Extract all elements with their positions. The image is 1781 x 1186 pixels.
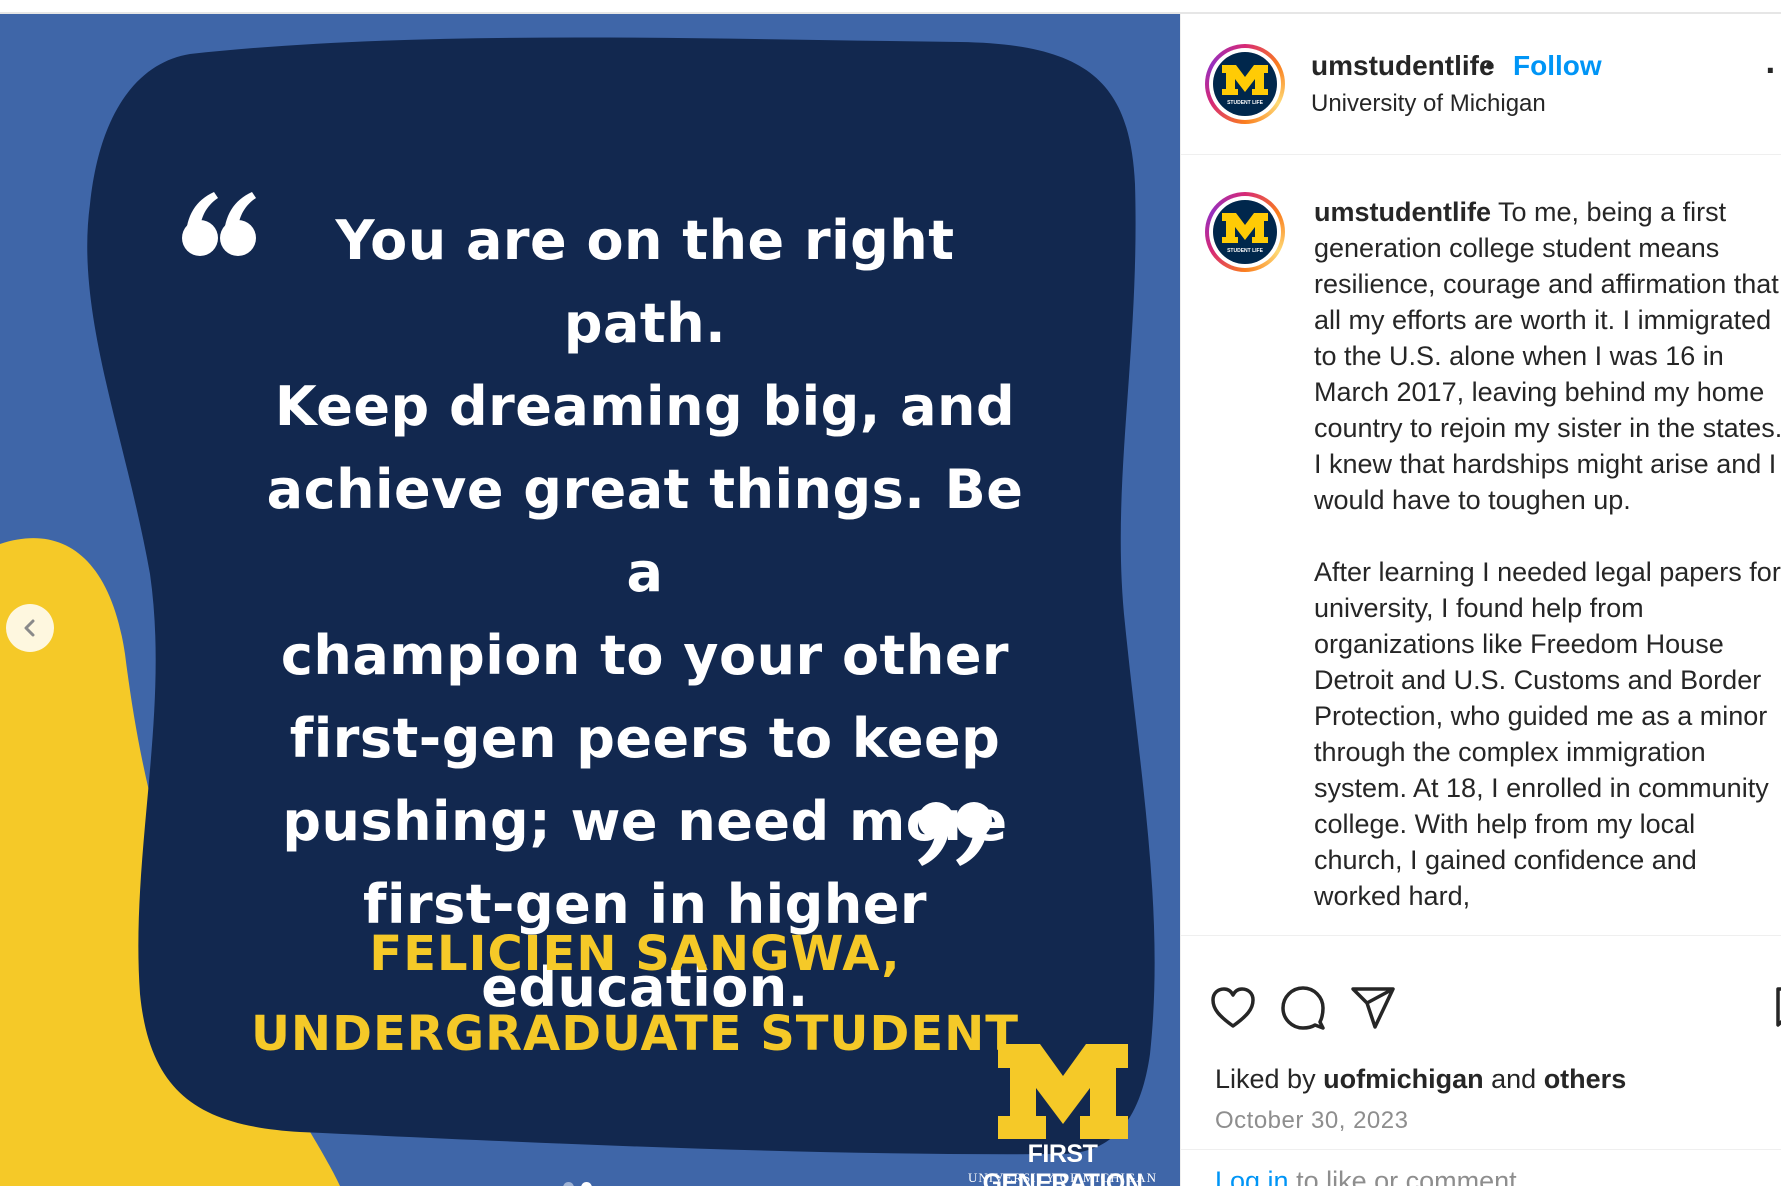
- login-prompt-text: to like or comment.: [1296, 1166, 1525, 1186]
- header-username[interactable]: umstudentlife: [1311, 50, 1495, 82]
- block-m-logo: [998, 1044, 1128, 1139]
- quote-line: first-gen peers to keep: [289, 707, 1001, 770]
- attribution-name: FELICIEN SANGWA,: [369, 926, 901, 982]
- login-prompt: Log in to like or comment.: [1181, 1149, 1781, 1186]
- more-options-icon[interactable]: ·: [1765, 54, 1776, 87]
- post-header: STUDENT LIFE umstudentlife • Follow Univ…: [1181, 14, 1781, 155]
- caption-paragraph: After learning I needed legal papers for…: [1314, 557, 1781, 911]
- caption-username[interactable]: umstudentlife: [1314, 197, 1491, 227]
- post-date[interactable]: October 30, 2023: [1215, 1107, 1408, 1135]
- likes-joiner: and: [1491, 1064, 1537, 1094]
- login-link[interactable]: Log in: [1215, 1166, 1289, 1186]
- caption-avatar[interactable]: STUDENT LIFE: [1205, 192, 1285, 272]
- caption-paragraph: umstudentlife To me, being a first gener…: [1314, 194, 1781, 518]
- close-quote-icon: [918, 802, 992, 866]
- quote-line: champion to your other: [280, 624, 1010, 687]
- bookmark-icon[interactable]: [1775, 986, 1781, 1028]
- likes-summary: Liked by uofmichigan and others: [1215, 1064, 1626, 1095]
- account-logo: STUDENT LIFE: [1213, 52, 1277, 116]
- post-side-panel: STUDENT LIFE umstudentlife • Follow Univ…: [1180, 14, 1781, 1186]
- quote-attribution: FELICIEN SANGWA, UNDERGRADUATE STUDENT: [250, 914, 1020, 1074]
- quote-line: Keep dreaming big, and: [274, 375, 1016, 438]
- share-icon[interactable]: [1349, 984, 1397, 1032]
- heart-icon[interactable]: [1209, 984, 1257, 1032]
- header-separator: •: [1485, 50, 1495, 81]
- location-link[interactable]: University of Michigan: [1311, 90, 1546, 118]
- carousel-dot-active: [581, 1182, 592, 1186]
- post-image[interactable]: You are on the right path. Keep dreaming…: [0, 14, 1180, 1186]
- account-logo: STUDENT LIFE: [1213, 200, 1277, 264]
- attribution-role: UNDERGRADUATE STUDENT: [250, 1006, 1020, 1062]
- follow-button[interactable]: Follow: [1513, 50, 1602, 82]
- brand-subtitle: UNIVERSITY OF MICHIGAN: [967, 1170, 1158, 1185]
- post-actions: [1181, 936, 1781, 1056]
- liked-by-user-link[interactable]: uofmichigan: [1323, 1064, 1484, 1094]
- likes-prefix: Liked by: [1215, 1064, 1316, 1094]
- carousel-dot: [563, 1182, 574, 1186]
- liked-by-others-link[interactable]: others: [1544, 1064, 1627, 1094]
- carousel-indicator: [563, 1182, 592, 1186]
- block-m-icon: STUDENT LIFE: [1222, 65, 1268, 106]
- chevron-left-icon: [24, 619, 35, 637]
- caption-text: To me, being a first generation college …: [1314, 197, 1781, 515]
- avatar-caption: STUDENT LIFE: [1227, 248, 1263, 254]
- account-avatar[interactable]: STUDENT LIFE: [1205, 44, 1285, 124]
- block-m-icon: STUDENT LIFE: [1222, 213, 1268, 254]
- avatar-caption: STUDENT LIFE: [1227, 100, 1263, 106]
- post-caption: umstudentlife To me, being a first gener…: [1314, 194, 1781, 914]
- comment-icon[interactable]: [1279, 984, 1327, 1032]
- quote-line: achieve great things. Be a: [266, 458, 1024, 604]
- caption-area[interactable]: STUDENT LIFE umstudentlife To me, being …: [1181, 156, 1781, 936]
- carousel-prev-button[interactable]: [6, 604, 54, 652]
- browser-top-strip: [0, 0, 1781, 14]
- quote-text: You are on the right path. Keep dreaming…: [250, 199, 1040, 1029]
- quote-line: You are on the right path.: [335, 209, 955, 355]
